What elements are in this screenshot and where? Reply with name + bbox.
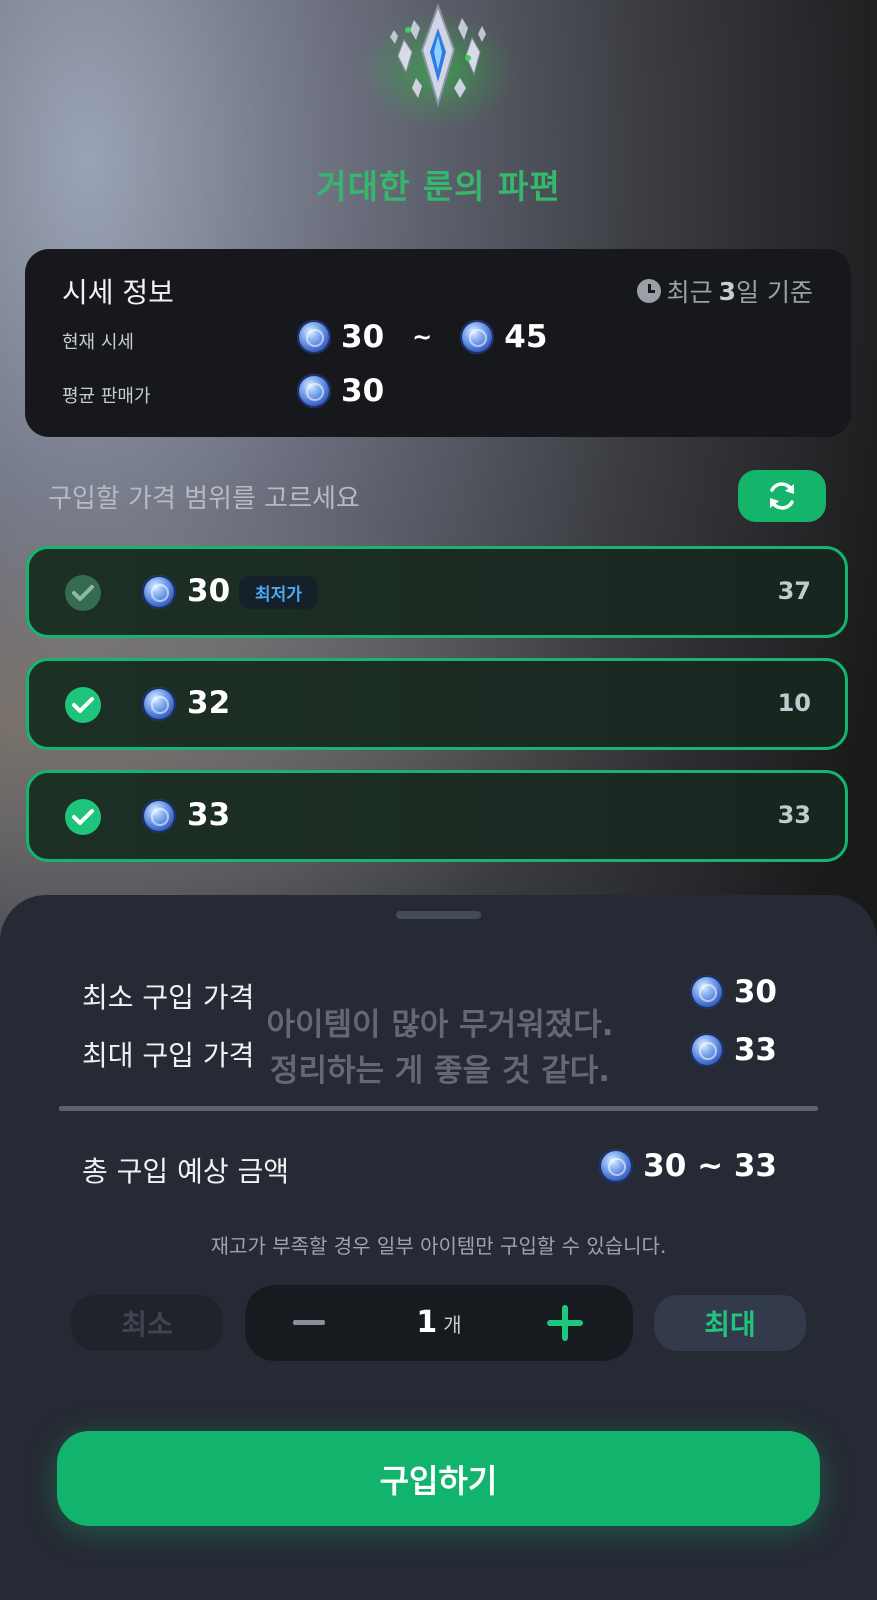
currency-coin-icon [599, 1149, 634, 1183]
checkmark-icon[interactable] [65, 687, 101, 723]
total-estimate-value: 30 ~ 33 [643, 1148, 777, 1184]
currency-coin-icon [689, 975, 724, 1009]
checkmark-icon[interactable] [65, 799, 101, 835]
total-estimate: 30 ~ 33 [599, 1148, 777, 1184]
price-option-row[interactable]: 32 10 [26, 658, 848, 750]
period-prefix: 최근 [666, 278, 713, 307]
option-price: 32 [187, 685, 231, 721]
currency-coin-icon [142, 575, 176, 609]
weight-warning-toast: 아이템이 많아 무거워졌다. 정리하는 게 좋을 것 같다. [230, 1002, 650, 1094]
price-info-title: 시세 정보 [62, 276, 174, 309]
plus-icon[interactable] [547, 1305, 583, 1341]
average-price-value: 30 [341, 373, 385, 409]
choose-price-range-label: 구입할 가격 범위를 고르세요 [48, 484, 360, 514]
price-option-row[interactable]: 33 33 [26, 770, 848, 862]
currency-coin-icon [297, 374, 331, 408]
max-quantity-button[interactable]: 최대 [654, 1295, 806, 1351]
stock-notice: 재고가 부족할 경우 일부 아이템만 구입할 수 있습니다. [210, 1234, 667, 1258]
currency-coin-icon [460, 320, 495, 354]
price-period: 최근 3일 기준 [636, 273, 813, 309]
quantity-stepper: 1개 [245, 1285, 633, 1361]
refresh-icon [770, 482, 794, 510]
toast-line-2: 정리하는 게 좋을 것 같다. [269, 1053, 611, 1089]
buy-button[interactable]: 구입하기 [57, 1431, 820, 1526]
current-price-range: 30 ~ 45 [297, 319, 547, 355]
max-purchase-price-value: 33 [733, 1032, 777, 1068]
max-purchase-price-label: 최대 구입 가격 [82, 1039, 255, 1072]
currency-coin-icon [297, 320, 331, 354]
price-option-row[interactable]: 30 최저가 37 [26, 546, 848, 638]
average-price: 30 [297, 373, 384, 409]
period-suffix: 일 기준 [736, 278, 813, 307]
option-quantity: 33 [777, 801, 811, 829]
option-quantity: 10 [777, 689, 811, 717]
min-quantity-button[interactable]: 최소 [71, 1295, 223, 1351]
min-purchase-price: 30 [689, 974, 777, 1010]
current-min-price: 30 [341, 319, 385, 355]
item-name: 거대한 룬의 파편 [316, 167, 561, 206]
lowest-price-badge: 최저가 [239, 576, 318, 609]
currency-coin-icon [689, 1033, 724, 1067]
quantity-value: 1 [416, 1305, 438, 1340]
checkmark-icon[interactable] [65, 575, 101, 611]
currency-coin-icon [142, 687, 176, 721]
option-price: 30 [187, 573, 231, 609]
toast-line-1: 아이템이 많아 무거워졌다. [266, 1007, 614, 1043]
min-purchase-price-value: 30 [733, 974, 777, 1010]
current-price-label: 현재 시세 [62, 332, 134, 353]
option-quantity: 37 [777, 577, 811, 605]
quantity-unit: 개 [443, 1313, 462, 1337]
divider [59, 1106, 818, 1111]
currency-coin-icon [142, 799, 176, 833]
price-info-card: 시세 정보 최근 3일 기준 현재 시세 30 ~ 45 평균 판매가 30 [25, 249, 851, 437]
period-number: 3 [718, 276, 737, 306]
rune-shard-icon [390, 3, 486, 108]
sheet-drag-handle[interactable] [396, 911, 481, 919]
range-separator: ~ [412, 323, 433, 351]
min-purchase-price-label: 최소 구입 가격 [82, 981, 255, 1014]
total-estimate-label: 총 구입 예상 금액 [82, 1155, 290, 1188]
max-purchase-price: 33 [689, 1032, 777, 1068]
refresh-button[interactable] [738, 470, 826, 522]
current-max-price: 45 [504, 319, 548, 355]
average-price-label: 평균 판매가 [62, 386, 151, 407]
clock-icon [636, 279, 661, 303]
option-price: 33 [187, 797, 231, 833]
